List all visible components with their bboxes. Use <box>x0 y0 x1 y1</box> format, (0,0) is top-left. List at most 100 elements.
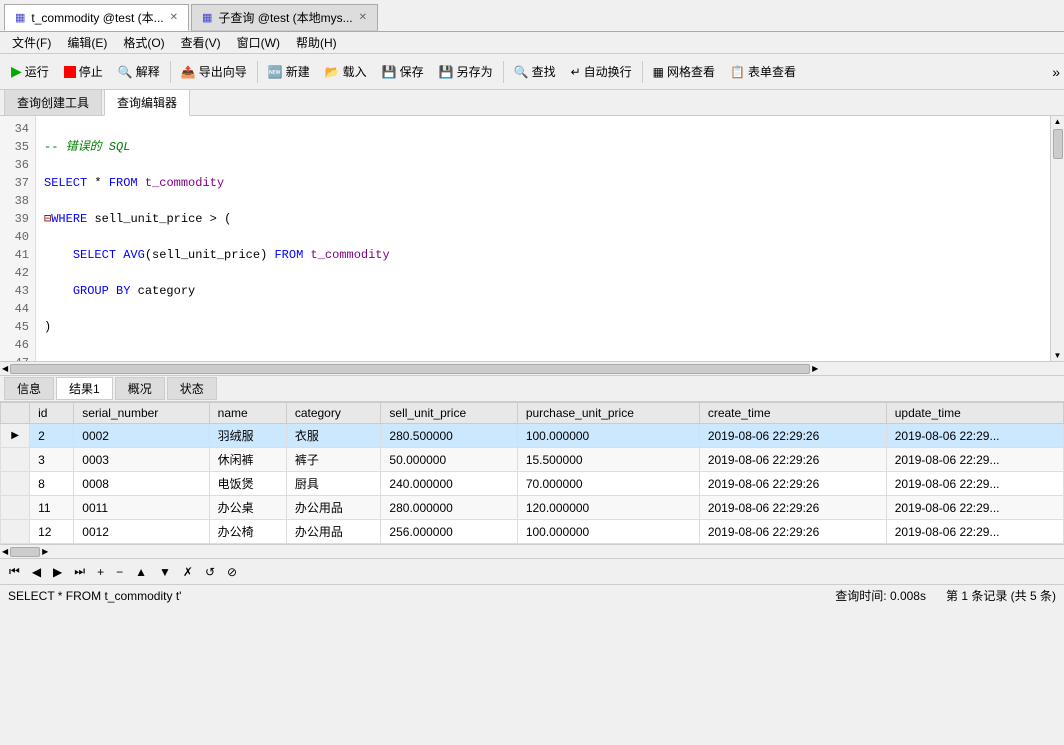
new-button[interactable]: 🆕 新建 <box>261 60 317 83</box>
autowrap-button[interactable]: ↵ 自动换行 <box>564 60 639 83</box>
code-line-37: SELECT AVG(sell_unit_price) FROM t_commo… <box>44 246 1042 264</box>
nav-up[interactable]: ▲ <box>130 563 152 581</box>
cell-serial_number: 0003 <box>74 448 209 472</box>
nav-delete[interactable]: − <box>111 563 128 581</box>
load-button[interactable]: 📂 载入 <box>318 60 374 83</box>
col-serial[interactable]: serial_number <box>74 403 209 424</box>
col-category[interactable]: category <box>286 403 381 424</box>
col-create[interactable]: create_time <box>699 403 886 424</box>
hscroll-left[interactable]: ◀ <box>0 364 10 373</box>
cell-name: 电饭煲 <box>209 472 286 496</box>
query-tabs: 查询创建工具 查询编辑器 <box>0 90 1064 116</box>
cell-create_time: 2019-08-06 22:29:26 <box>699 496 886 520</box>
form-icon: 📋 <box>730 65 745 79</box>
rtab-result1[interactable]: 结果1 <box>56 377 113 400</box>
vscroll-down-arrow[interactable]: ▼ <box>1052 350 1064 361</box>
stop-label: 停止 <box>79 63 103 80</box>
cell-category: 办公用品 <box>286 496 381 520</box>
nav-add[interactable]: + <box>92 563 109 581</box>
hscroll-thumb[interactable] <box>10 364 810 374</box>
new-label: 新建 <box>286 63 310 80</box>
table-row[interactable]: 30003休闲裤裤子50.00000015.5000002019-08-06 2… <box>1 448 1064 472</box>
export-button[interactable]: 📤 导出向导 <box>174 60 254 83</box>
nav-prev[interactable]: ◀ <box>27 563 46 581</box>
cell-name: 羽绒服 <box>209 424 286 448</box>
result-table: id serial_number name category sell_unit… <box>0 402 1064 544</box>
nav-refresh[interactable]: ↺ <box>200 563 220 581</box>
nav-next[interactable]: ▶ <box>48 563 67 581</box>
menu-file[interactable]: 文件(F) <box>4 32 59 53</box>
table-hscroll-right[interactable]: ▶ <box>40 547 50 556</box>
stop-icon <box>64 66 76 78</box>
export-icon: 📤 <box>181 65 196 79</box>
cell-name: 办公椅 <box>209 520 286 544</box>
rtab-overview[interactable]: 概况 <box>115 377 165 400</box>
table-row[interactable]: 120012办公椅办公用品256.000000100.0000002019-08… <box>1 520 1064 544</box>
cell-create_time: 2019-08-06 22:29:26 <box>699 448 886 472</box>
menu-view[interactable]: 查看(V) <box>173 32 229 53</box>
menu-format[interactable]: 格式(O) <box>115 32 172 53</box>
rtab-status[interactable]: 状态 <box>167 377 217 400</box>
nav-down[interactable]: ▼ <box>154 563 176 581</box>
find-button[interactable]: 🔍 查找 <box>507 60 563 83</box>
table-container[interactable]: id serial_number name category sell_unit… <box>0 402 1064 544</box>
explain-button[interactable]: 🔍 解释 <box>111 60 167 83</box>
col-name[interactable]: name <box>209 403 286 424</box>
col-sell[interactable]: sell_unit_price <box>381 403 517 424</box>
col-purchase[interactable]: purchase_unit_price <box>517 403 699 424</box>
col-id[interactable]: id <box>30 403 74 424</box>
code-line-40 <box>44 354 1042 361</box>
cell-serial_number: 0008 <box>74 472 209 496</box>
table-row[interactable]: ▶20002羽绒服衣服280.500000100.0000002019-08-0… <box>1 424 1064 448</box>
cell-sell_unit_price: 256.000000 <box>381 520 517 544</box>
nav-first[interactable]: ⏮ <box>4 562 25 581</box>
cell-id: 8 <box>30 472 74 496</box>
tab-2-label: 子查询 @test (本地mys... <box>218 9 352 26</box>
col-update[interactable]: update_time <box>886 403 1063 424</box>
code-line-36: ⊟WHERE sell_unit_price > ( <box>44 210 1042 228</box>
table-hscroll-left[interactable]: ◀ <box>0 547 10 556</box>
tab-2-close[interactable]: ✕ <box>359 12 367 23</box>
tab-1[interactable]: ▦ t_commodity @test (本... ✕ <box>4 4 189 31</box>
editor-hscroll[interactable]: ◀ ▶ <box>0 361 1064 375</box>
save-button[interactable]: 💾 保存 <box>375 60 431 83</box>
gridview-button[interactable]: ▦ 网格查看 <box>646 60 722 83</box>
cell-id: 12 <box>30 520 74 544</box>
hscroll-right[interactable]: ▶ <box>810 364 820 373</box>
menu-edit[interactable]: 编辑(E) <box>59 32 115 53</box>
nav-discard[interactable]: ✗ <box>178 563 198 581</box>
tab-query-edit[interactable]: 查询编辑器 <box>104 89 190 116</box>
nav-last[interactable]: ⏭ <box>69 562 90 581</box>
toolbar-expand[interactable]: » <box>1052 64 1060 80</box>
table-header: id serial_number name category sell_unit… <box>1 403 1064 424</box>
stop-button[interactable]: 停止 <box>57 60 110 83</box>
table-row[interactable]: 80008电饭煲厨具240.00000070.0000002019-08-06 … <box>1 472 1064 496</box>
table-hscroll[interactable]: ◀ ▶ <box>0 544 1064 558</box>
vscroll-up-arrow[interactable]: ▲ <box>1052 116 1064 127</box>
editor-vscroll[interactable]: ▲ ▼ <box>1050 116 1064 361</box>
table-hscroll-thumb[interactable] <box>10 547 40 557</box>
tab-2[interactable]: ▦ 子查询 @test (本地mys... ✕ <box>191 4 378 31</box>
save-icon: 💾 <box>382 65 397 79</box>
run-button[interactable]: ▶ 运行 <box>4 60 56 83</box>
cell-create_time: 2019-08-06 22:29:26 <box>699 520 886 544</box>
nav-controls: ⏮ ◀ ▶ ⏭ + − ▲ ▼ ✗ ↺ ⊘ <box>0 558 1064 584</box>
vscroll-thumb[interactable] <box>1053 129 1063 159</box>
menu-help[interactable]: 帮助(H) <box>288 32 345 53</box>
tab-1-close[interactable]: ✕ <box>170 12 178 23</box>
rtab-info[interactable]: 信息 <box>4 377 54 400</box>
sep1 <box>170 61 171 83</box>
row-indicator <box>1 472 30 496</box>
table-row[interactable]: 110011办公桌办公用品280.000000120.0000002019-08… <box>1 496 1064 520</box>
cell-name: 休闲裤 <box>209 448 286 472</box>
formview-button[interactable]: 📋 表单查看 <box>723 60 803 83</box>
cell-sell_unit_price: 240.000000 <box>381 472 517 496</box>
saveas-button[interactable]: 💾 另存为 <box>432 60 500 83</box>
sep3 <box>503 61 504 83</box>
saveas-icon: 💾 <box>439 65 454 79</box>
code-editor[interactable]: -- 错误的 SQL SELECT * FROM t_commodity ⊟WH… <box>36 116 1050 361</box>
tab-query-build[interactable]: 查询创建工具 <box>4 89 102 115</box>
tab-1-label: t_commodity @test (本... <box>31 9 163 26</box>
nav-stop2[interactable]: ⊘ <box>222 563 242 581</box>
menu-window[interactable]: 窗口(W) <box>229 32 288 53</box>
